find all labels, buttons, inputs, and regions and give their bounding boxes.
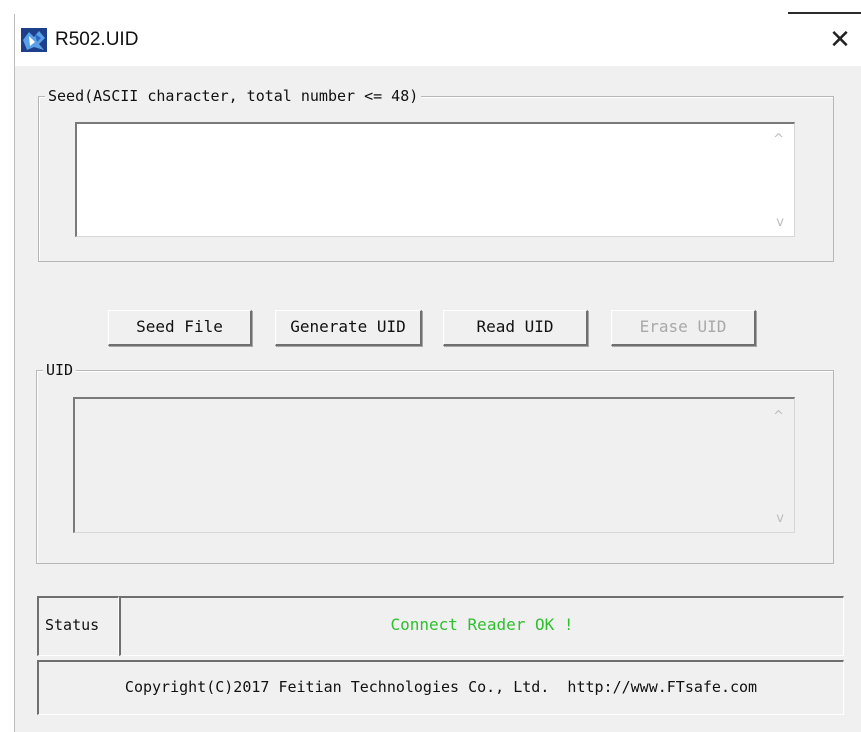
seed-group-label: Seed(ASCII character, total number <= 48… <box>45 85 422 107</box>
generate-uid-button[interactable]: Generate UID <box>275 310 422 346</box>
seed-file-button[interactable]: Seed File <box>108 310 252 346</box>
read-uid-button[interactable]: Read UID <box>443 310 588 346</box>
scroll-down-icon[interactable]: v <box>776 215 784 230</box>
erase-uid-button: Erase UID <box>611 310 756 346</box>
uid-group-label: UID <box>43 359 77 381</box>
status-label: Status <box>37 596 119 656</box>
window-title: R502.UID <box>55 29 139 50</box>
uid-output[interactable]: ^ v <box>73 397 795 533</box>
copyright-text: Copyright(C)2017 Feitian Technologies Co… <box>37 660 844 715</box>
scroll-down-icon[interactable]: v <box>776 511 784 526</box>
seed-groupbox: Seed(ASCII character, total number <= 48… <box>38 85 834 262</box>
app-puzzle-icon <box>21 28 47 52</box>
status-message: Connect Reader OK ! <box>119 596 844 656</box>
title-bar[interactable]: R502.UID ✕ <box>15 14 861 66</box>
uid-groupbox: UID ^ v <box>36 359 834 564</box>
status-bar: Status Connect Reader OK ! <box>37 596 844 656</box>
app-window: R502.UID ✕ Seed(ASCII character, total n… <box>14 14 861 732</box>
seed-input[interactable]: ^ v <box>75 122 795 237</box>
scroll-up-icon[interactable]: ^ <box>773 132 784 147</box>
close-icon[interactable]: ✕ <box>825 25 855 55</box>
scroll-up-icon[interactable]: ^ <box>773 409 784 424</box>
top-edge <box>0 0 861 14</box>
